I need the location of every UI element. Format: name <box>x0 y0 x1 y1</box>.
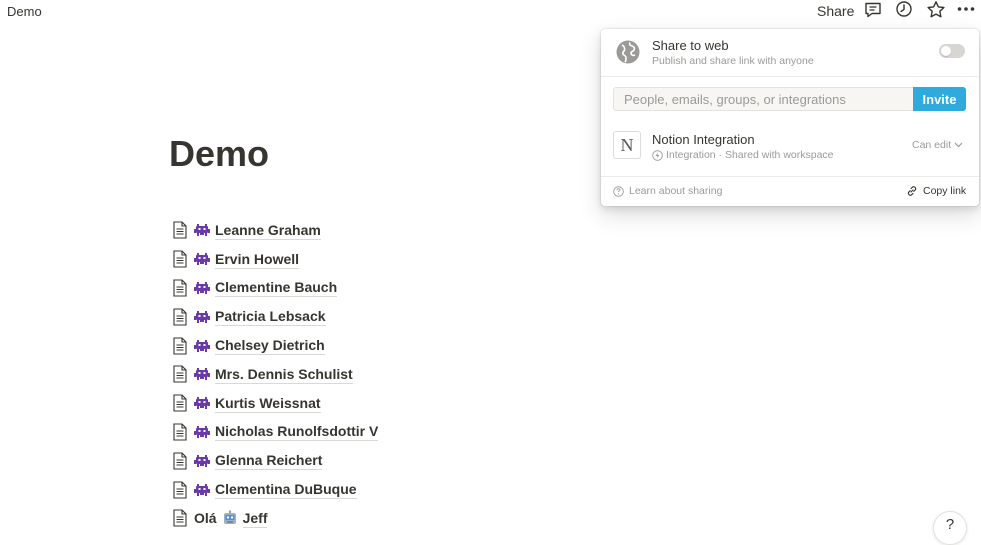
share-popover: Share to web Publish and share link with… <box>601 29 979 206</box>
page-link[interactable]: Nicholas Runolfsdottir V <box>172 418 592 447</box>
page-link[interactable]: Glenna Reichert <box>172 446 592 475</box>
page-doc-icon <box>173 481 187 499</box>
alien-monster-emoji <box>194 339 210 352</box>
page-doc-icon <box>173 279 187 297</box>
page-link-label: Patricia Lebsack <box>215 308 326 327</box>
share-button[interactable]: Share <box>817 3 854 19</box>
page-link[interactable]: Clementina DuBuque <box>172 475 592 504</box>
page-link-label: Ervin Howell <box>215 250 300 269</box>
page-link[interactable]: Patricia Lebsack <box>172 302 592 331</box>
link-icon <box>907 186 917 196</box>
page-link[interactable]: Leanne Graham <box>172 216 592 245</box>
page-link-label: Nicholas Runolfsdottir V <box>215 423 379 442</box>
permission-dropdown[interactable]: Can edit <box>912 139 963 151</box>
page-doc-icon <box>173 337 187 355</box>
more-icon[interactable] <box>956 0 976 20</box>
invite-bar: Invite <box>613 87 966 111</box>
page-link-label: Jeff <box>242 509 268 528</box>
page-link-label: Mrs. Dennis Schulist <box>215 365 353 384</box>
page-link[interactable]: Ervin Howell <box>172 245 592 274</box>
topbar: Demo Share <box>0 0 981 24</box>
share-to-web-subtitle: Publish and share link with anyone <box>652 55 814 67</box>
page-doc-icon <box>173 394 187 412</box>
integration-name: Notion Integration <box>652 132 755 147</box>
page-doc-icon <box>173 250 187 268</box>
permission-label: Can edit <box>912 139 952 151</box>
page-doc-icon <box>173 221 187 239</box>
chevron-down-icon <box>954 142 963 148</box>
question-circle-icon <box>613 185 624 197</box>
alien-monster-emoji <box>194 368 210 381</box>
page-link-label: Clementina DuBuque <box>215 481 357 500</box>
learn-about-sharing-label: Learn about sharing <box>629 185 723 197</box>
share-to-web-section: Share to web Publish and share link with… <box>601 29 979 77</box>
share-to-web-toggle[interactable] <box>939 44 965 58</box>
alien-monster-emoji <box>194 425 210 438</box>
invite-input[interactable] <box>613 87 913 111</box>
page-doc-icon <box>173 509 187 527</box>
page-link[interactable]: Chelsey Dietrich <box>172 331 592 360</box>
page-doc-icon <box>173 423 187 441</box>
page-link[interactable]: Clementine Bauch <box>172 274 592 303</box>
integration-subtitle-wrap: Integration · Shared with workspace <box>652 149 834 161</box>
breadcrumb[interactable]: Demo <box>7 4 42 19</box>
page-list: Leanne Graham Ervin Howell Clementine Ba… <box>172 216 592 504</box>
page-link-jeff[interactable]: Olá Jeff <box>172 504 592 533</box>
star-icon[interactable] <box>926 0 946 20</box>
page-link-label: Chelsey Dietrich <box>215 337 325 356</box>
alien-monster-emoji <box>194 310 210 323</box>
alien-monster-emoji <box>194 281 210 294</box>
globe-icon <box>616 40 640 64</box>
copy-link-label: Copy link <box>923 185 967 197</box>
page-link[interactable]: Kurtis Weissnat <box>172 389 592 418</box>
share-popover-footer: Learn about sharing Copy link <box>601 176 979 207</box>
lightning-icon <box>652 149 663 161</box>
page-link-label: Clementine Bauch <box>215 279 338 298</box>
learn-about-sharing-link[interactable]: Learn about sharing <box>613 185 722 197</box>
page-link[interactable]: Mrs. Dennis Schulist <box>172 360 592 389</box>
alien-monster-emoji <box>194 253 210 266</box>
notion-logo-icon: N <box>613 131 641 159</box>
toggle-knob <box>941 46 951 56</box>
copy-link-button[interactable]: Copy link <box>906 185 966 197</box>
page-doc-icon <box>173 452 187 470</box>
page-title: Demo <box>169 133 270 174</box>
page-doc-icon <box>173 365 187 383</box>
integration-row: N Notion Integration Integration · Share… <box>601 125 979 165</box>
page-link-label: Glenna Reichert <box>215 452 323 471</box>
invite-button[interactable]: Invite <box>913 87 966 111</box>
share-to-web-title: Share to web <box>652 38 729 53</box>
robot-emoji <box>223 510 236 525</box>
page-doc-icon <box>173 308 187 326</box>
clock-icon[interactable] <box>894 0 914 20</box>
help-button[interactable]: ? <box>933 511 967 545</box>
page-link-label: Kurtis Weissnat <box>215 394 321 413</box>
integration-subtitle: Integration · Shared with workspace <box>666 149 834 161</box>
alien-monster-emoji <box>194 397 210 410</box>
last-page-row-wrap: Olá Jeff <box>172 504 592 533</box>
comment-icon[interactable] <box>863 0 883 20</box>
alien-monster-emoji <box>194 454 210 467</box>
page-link-prefix: Olá <box>194 510 217 527</box>
alien-monster-emoji <box>194 224 210 237</box>
alien-monster-emoji <box>194 483 210 496</box>
page-link-label: Leanne Graham <box>215 221 321 240</box>
